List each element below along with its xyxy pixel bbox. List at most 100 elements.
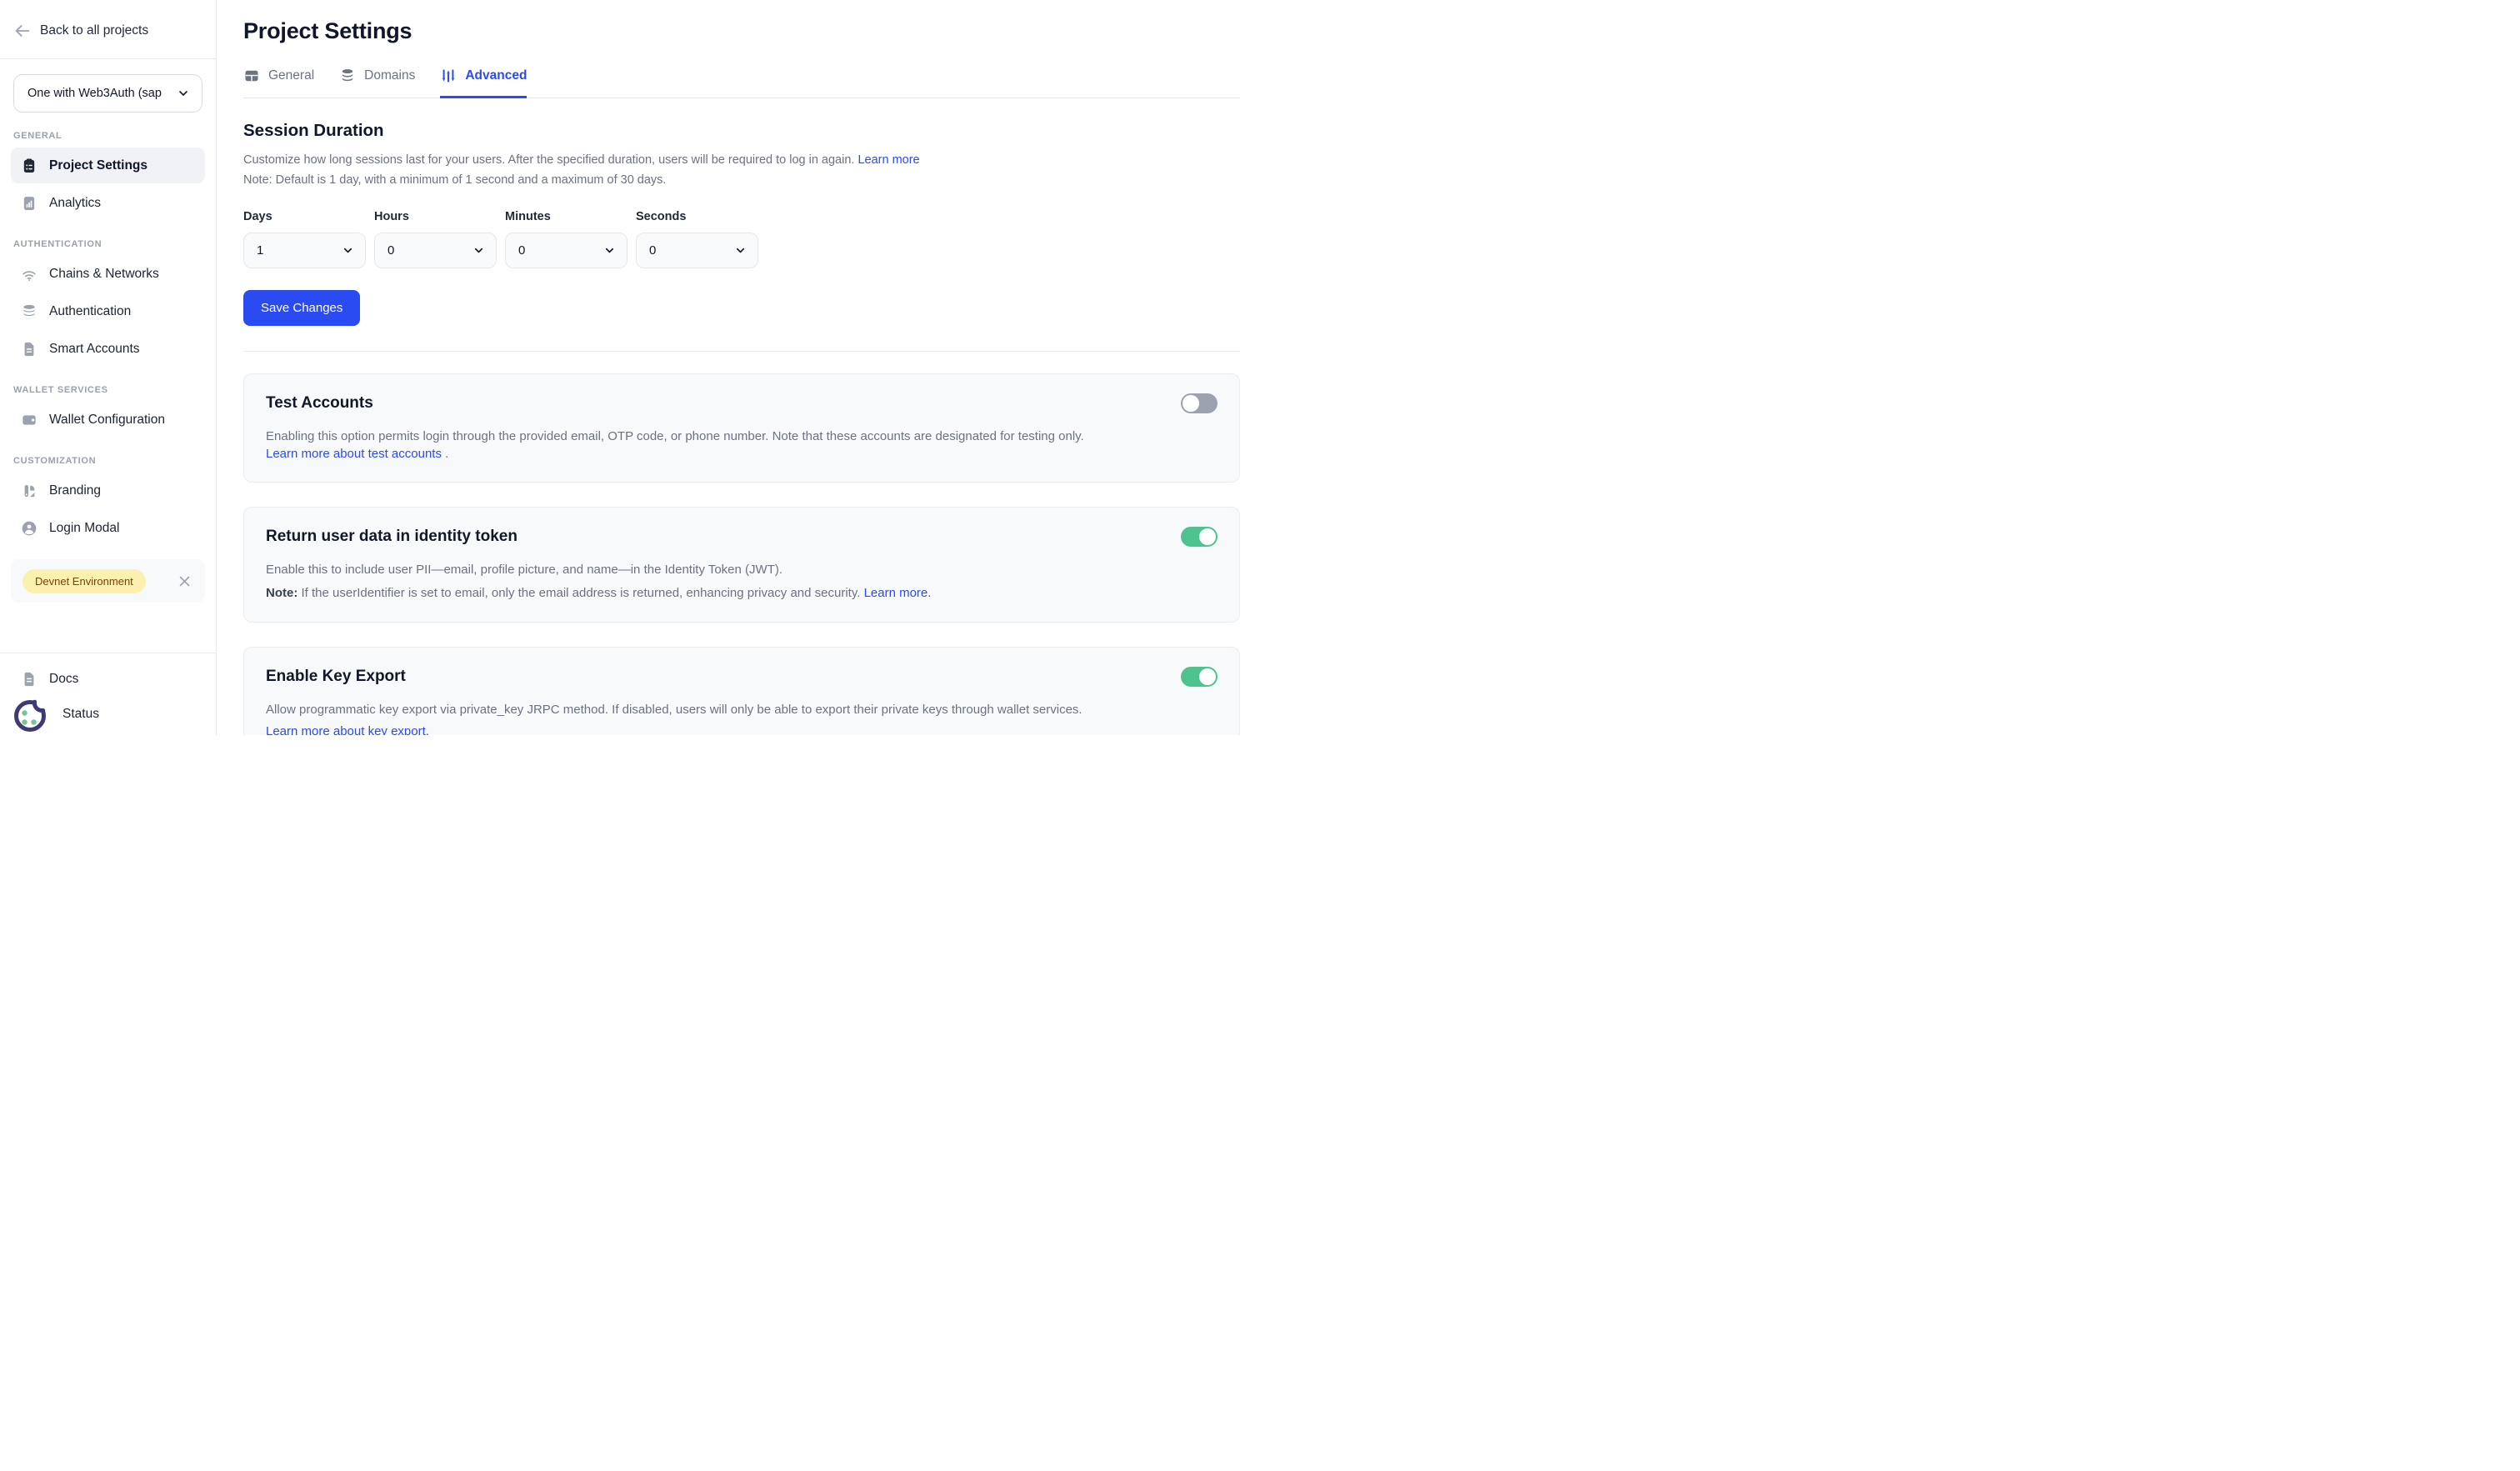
identity-token-toggle[interactable] [1181,527,1218,547]
sidebar-item-label: Project Settings [49,158,148,173]
minutes-value: 0 [518,243,525,258]
page-title: Project Settings [243,18,1240,44]
days-field: Days 1 [243,210,366,268]
section-label-customization: CUSTOMIZATION [13,456,202,466]
sidebar-item-analytics[interactable]: Analytics [11,185,205,221]
card-description-suffix: . [442,447,448,461]
seconds-value: 0 [649,243,656,258]
days-value: 1 [257,243,263,258]
bar-chart-doc-icon [21,195,38,212]
web3auth-dashboard: Back to all projects One with Web3Auth (… [0,0,1260,735]
environment-card: Devnet Environment [11,559,205,603]
session-duration-title: Session Duration [243,121,1240,141]
test-accounts-learn-more-link[interactable]: Learn more about test accounts [266,447,442,461]
sidebar-item-label: Login Modal [49,521,119,536]
sidebar-item-wallet-configuration[interactable]: Wallet Configuration [11,402,205,438]
user-circle-icon [21,520,38,537]
footer-item-label: Status [62,707,99,722]
seconds-field: Seconds 0 [636,210,758,268]
minutes-label: Minutes [505,210,628,223]
branding-icon [21,483,38,499]
sliders-icon [440,68,457,84]
chevron-down-icon [472,244,485,257]
arrow-left-icon [13,22,32,40]
note-prefix: Note: [266,586,298,600]
divider [0,58,216,59]
card-description: Allow programmatic key export via privat… [266,701,1218,718]
sidebar-item-branding[interactable]: Branding [11,473,205,508]
days-label: Days [243,210,366,223]
tab-label: Domains [364,68,415,83]
docs-icon [21,671,38,688]
project-select-value: One with Web3Auth (sap [28,87,162,100]
sidebar-item-label: Branding [49,483,101,498]
tab-label: Advanced [465,68,527,83]
hours-value: 0 [388,243,394,258]
sidebar-item-authentication[interactable]: Authentication [11,293,205,329]
test-accounts-card: Test Accounts Enabling this option permi… [243,373,1240,483]
chevron-down-icon [177,87,190,100]
footer-item-label: Docs [49,672,78,687]
cookie-consent-icon[interactable] [11,694,51,734]
card-description: Enable this to include user PII—email, p… [266,561,1218,578]
section-label-authentication: AUTHENTICATION [13,239,202,249]
key-export-toggle[interactable] [1181,667,1218,687]
session-description-text: Customize how long sessions last for you… [243,153,854,167]
test-accounts-toggle[interactable] [1181,393,1218,413]
note-text: If the userIdentifier is set to email, o… [298,586,863,600]
document-icon [21,341,38,358]
save-changes-button[interactable]: Save Changes [243,290,360,326]
identity-token-learn-more-link[interactable]: Learn more. [864,586,932,600]
tab-advanced[interactable]: Advanced [440,68,527,98]
session-duration-note: Note: Default is 1 day, with a minimum o… [243,172,1240,190]
chevron-down-icon [734,244,747,257]
section-label-wallet-services: WALLET SERVICES [13,385,202,395]
sidebar-footer: Docs Status [0,653,216,735]
minutes-field: Minutes 0 [505,210,628,268]
minutes-select[interactable]: 0 [505,233,628,268]
main-content: Project Settings General Domains Advance… [217,0,1260,735]
sidebar-item-chains-networks[interactable]: Chains & Networks [11,256,205,292]
card-title: Enable Key Export [266,668,406,686]
sidebar-item-smart-accounts[interactable]: Smart Accounts [11,331,205,367]
hours-field: Hours 0 [374,210,497,268]
duration-fields: Days 1 Hours 0 Minutes 0 [243,210,1240,268]
sidebar-item-login-modal[interactable]: Login Modal [11,510,205,546]
card-description-text: Enabling this option permits login throu… [266,429,1084,443]
days-select[interactable]: 1 [243,233,366,268]
wifi-icon [21,266,38,283]
environment-badge: Devnet Environment [22,569,146,593]
session-learn-more-link[interactable]: Learn more [858,153,919,167]
seconds-select[interactable]: 0 [636,233,758,268]
tab-bar: General Domains Advanced [243,68,1240,98]
clipboard-icon [21,158,38,174]
wallet-icon [21,412,38,428]
database-icon [339,68,356,84]
divider [243,351,1240,352]
back-label: Back to all projects [40,23,148,38]
hours-select[interactable]: 0 [374,233,497,268]
card-title: Return user data in identity token [266,528,518,546]
key-export-learn-more-link[interactable]: Learn more about key export. [266,724,429,735]
sidebar-item-status[interactable]: Status [11,697,205,732]
sidebar-item-project-settings[interactable]: Project Settings [11,148,205,183]
sidebar-item-label: Chains & Networks [49,267,159,282]
toggle-knob [1182,395,1199,412]
chevron-down-icon [603,244,616,257]
seconds-label: Seconds [636,210,758,223]
card-title: Test Accounts [266,394,373,413]
session-duration-description: Customize how long sessions last for you… [243,152,1240,170]
tab-general[interactable]: General [243,68,314,98]
sidebar-item-label: Authentication [49,304,131,319]
tab-domains[interactable]: Domains [339,68,415,98]
key-export-card: Enable Key Export Allow programmatic key… [243,647,1240,735]
back-to-projects-button[interactable]: Back to all projects [0,0,216,58]
sidebar-item-label: Smart Accounts [49,342,140,357]
close-icon[interactable] [178,574,192,588]
project-select[interactable]: One with Web3Auth (sap [13,74,202,113]
hours-label: Hours [374,210,497,223]
table-cells-icon [243,68,260,84]
toggle-knob [1199,528,1216,545]
sidebar-item-label: Wallet Configuration [49,413,165,428]
sidebar-item-docs[interactable]: Docs [11,662,205,697]
